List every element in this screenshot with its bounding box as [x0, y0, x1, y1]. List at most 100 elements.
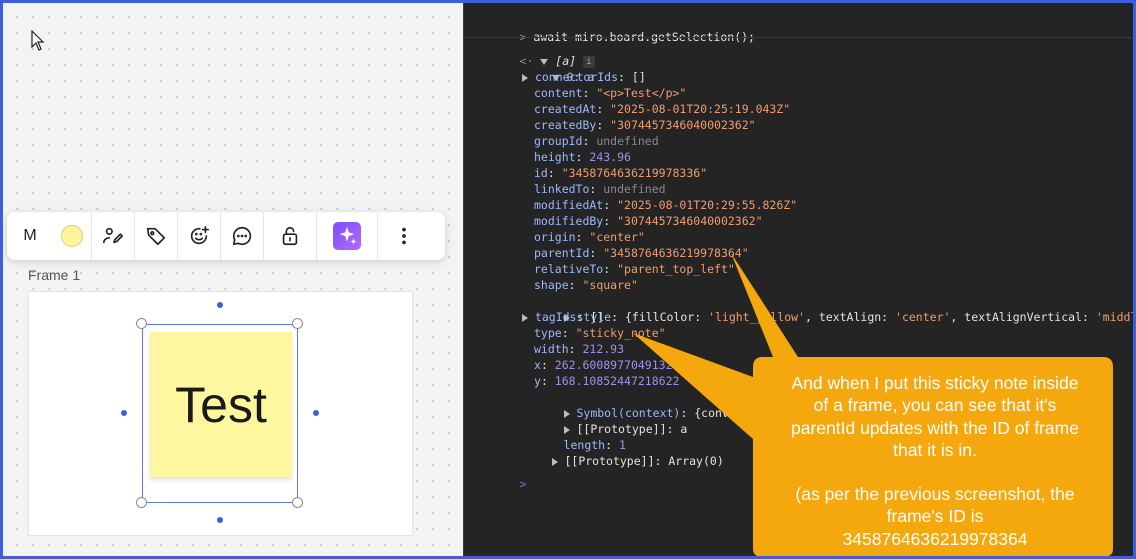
separator: :: [618, 70, 632, 84]
sparkle-icon: [333, 222, 361, 250]
property-row-origin[interactable]: origin: "center": [534, 229, 645, 245]
property-key: createdAt: [534, 102, 597, 116]
separator: :: [568, 278, 583, 292]
resize-handle-top-left[interactable]: [136, 318, 147, 329]
separator: :: [596, 118, 611, 132]
console-empty-prompt[interactable]: >: [478, 460, 527, 491]
separator: :: [589, 246, 604, 260]
callout-line: of a frame, you can see that it's: [813, 395, 1057, 416]
sticky-note-text: Test: [175, 376, 267, 433]
pen-person-icon: [103, 227, 123, 244]
property-key: id: [534, 166, 548, 180]
property-row-modifiedat[interactable]: modifiedAt: "2025-08-01T20:29:55.826Z": [534, 197, 797, 213]
separator: :: [603, 198, 618, 212]
length-row[interactable]: length: 1: [522, 421, 626, 452]
console-input-line[interactable]: > await miro.board.getSelection();: [478, 13, 755, 44]
property-value: []: [631, 70, 646, 84]
property-row-linkedto[interactable]: linkedTo: undefined: [534, 181, 666, 197]
pen-edit-button[interactable]: [92, 212, 134, 260]
ai-assist-button[interactable]: [317, 212, 377, 260]
property-value: "3074457346040002362": [617, 214, 763, 228]
miro-canvas[interactable]: M Frame 1 Test: [3, 3, 461, 556]
collapse-triangle-icon[interactable]: [551, 457, 558, 466]
sticky-color-swatch: [61, 225, 83, 247]
callout-line: parentId updates with the ID of frame: [791, 417, 1079, 438]
property-value: undefined: [603, 182, 666, 196]
resize-handle-bottom-left[interactable]: [136, 497, 147, 508]
separator: :: [568, 342, 583, 356]
property-row-groupid[interactable]: groupId: undefined: [534, 133, 659, 149]
resize-handle-top-right[interactable]: [292, 318, 303, 329]
callout-line: [761, 461, 1109, 483]
callout-line: that it is in.: [893, 439, 977, 460]
property-row-createdat[interactable]: createdAt: "2025-08-01T20:25:19.043Z": [534, 101, 790, 117]
separator: :: [582, 86, 597, 100]
separator: :: [596, 102, 611, 116]
property-row-createdby[interactable]: createdBy: "3074457346040002362": [534, 117, 756, 133]
connector-handle-top[interactable]: [217, 302, 223, 308]
separator: :: [561, 326, 576, 340]
property-value: "square": [582, 278, 638, 292]
property-value: "3074457346040002362": [610, 118, 756, 132]
more-options-button[interactable]: [378, 212, 430, 260]
connector-handle-left[interactable]: [121, 410, 127, 416]
lock-button[interactable]: [264, 212, 316, 260]
property-row-width[interactable]: width: 212.93: [534, 341, 624, 357]
emoji-add-icon: [190, 226, 209, 245]
property-key: linkedTo: [534, 182, 590, 196]
property-value: []: [590, 310, 605, 324]
resize-handle-bottom-right[interactable]: [292, 497, 303, 508]
property-key: type: [534, 326, 562, 340]
collapse-triangle-icon[interactable]: [522, 73, 528, 82]
sticky-note[interactable]: Test: [150, 332, 292, 477]
separator: :: [547, 166, 562, 180]
context-toolbar: M: [7, 212, 445, 260]
property-key: origin: [534, 230, 576, 244]
separator: :: [540, 358, 555, 372]
property-key: relativeTo: [534, 262, 604, 276]
property-row-modifiedby[interactable]: modifiedBy: "3074457346040002362": [534, 213, 763, 229]
property-key: modifiedBy: [534, 214, 604, 228]
separator: :: [575, 150, 590, 164]
screenshot-frame: M Frame 1 Test > await miro.board.getSel…: [0, 0, 1136, 559]
property-key: shape: [534, 278, 569, 292]
property-key: modifiedAt: [534, 198, 604, 212]
connector-handle-right[interactable]: [313, 410, 319, 416]
property-value: "center": [589, 230, 645, 244]
property-value: undefined: [596, 134, 659, 148]
frame-title[interactable]: Frame 1: [28, 267, 80, 283]
property-row-tagids[interactable]: tagIds: []: [522, 309, 604, 325]
prompt-chevron-icon: >: [519, 477, 527, 491]
property-row-content[interactable]: content: "<p>Test</p>": [534, 85, 686, 101]
color-picker-button[interactable]: [53, 212, 91, 260]
callout-line: frame's ID is: [886, 506, 984, 527]
property-value: 243.96: [589, 150, 631, 164]
result-line[interactable]: <· [a] i: [478, 37, 595, 68]
property-value: "3458764636219978336": [561, 166, 708, 180]
property-key: createdBy: [534, 118, 597, 132]
property-row-height[interactable]: height: 243.96: [534, 149, 631, 165]
property-value: 212.93: [582, 342, 625, 356]
property-row-connectorids[interactable]: connectorIds: []: [522, 69, 646, 85]
property-key: x: [534, 358, 541, 372]
item-0-line[interactable]: 0: a: [510, 53, 594, 84]
callout-line: And when I put this sticky note inside: [791, 373, 1079, 393]
property-key: content: [534, 86, 583, 100]
comment-icon: [232, 226, 252, 246]
font-button[interactable]: M: [7, 212, 53, 260]
property-key: y: [534, 374, 541, 388]
comment-button[interactable]: [221, 212, 263, 260]
font-label: M: [23, 227, 37, 244]
property-row-shape[interactable]: shape: "square": [534, 277, 638, 293]
collapse-triangle-icon[interactable]: [522, 313, 528, 322]
tag-button[interactable]: [135, 212, 177, 260]
separator: :: [576, 310, 591, 324]
property-value: "2025-08-01T20:29:55.826Z": [617, 198, 798, 212]
property-key: groupId: [534, 134, 583, 148]
property-value: "<p>Test</p>": [596, 86, 687, 100]
callout-line: 3458764636219978364: [842, 528, 1028, 549]
add-reaction-button[interactable]: [178, 212, 220, 260]
property-row-id[interactable]: id: "3458764636219978336": [534, 165, 707, 181]
callout-text: And when I put this sticky note inside of…: [761, 372, 1109, 550]
connector-handle-bottom[interactable]: [217, 517, 223, 523]
